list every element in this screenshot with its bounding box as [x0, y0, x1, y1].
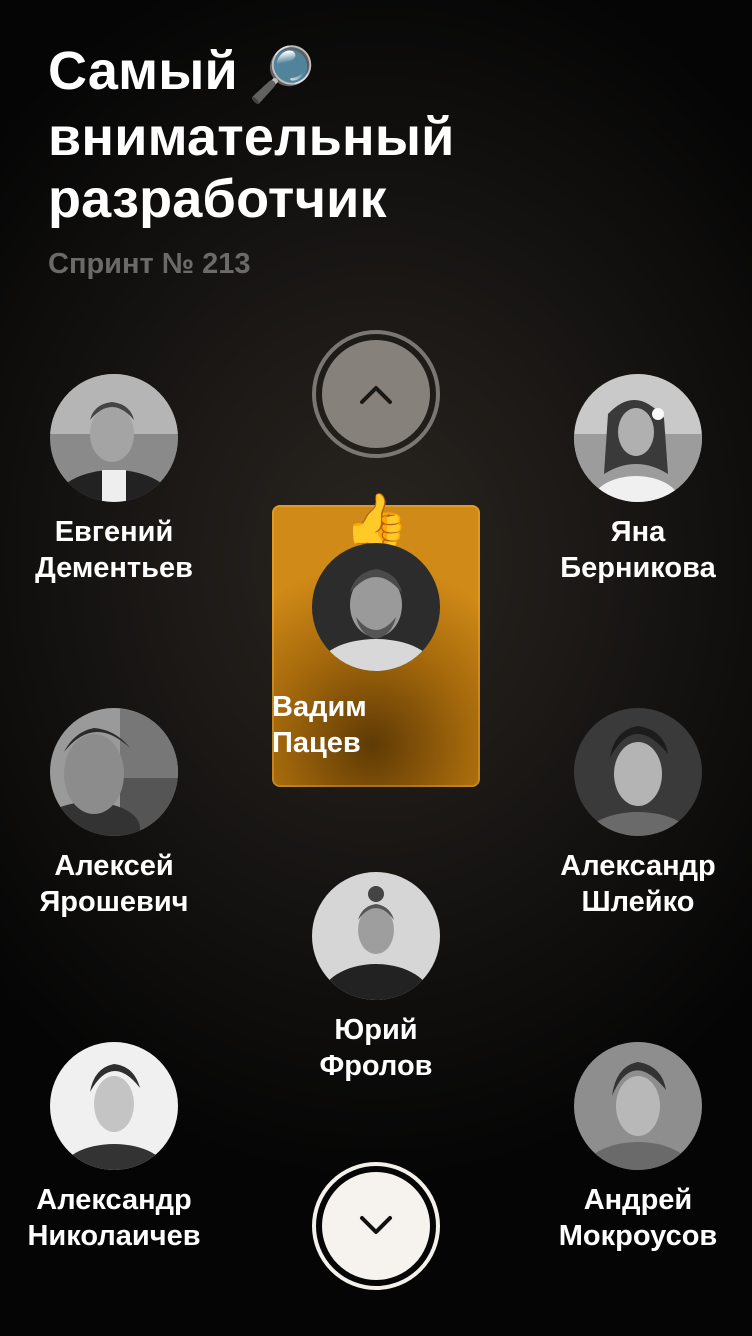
magnifier-emoji-icon: 🔎 — [247, 44, 316, 105]
person-name: Алексей Ярошевич — [39, 850, 189, 918]
person-name: Евгений Дементьев — [35, 516, 193, 584]
highlighted-person-card[interactable]: 👍 Вадим Пацев — [272, 492, 480, 787]
person-evgeniy[interactable]: Евгений Дементьев — [4, 374, 224, 586]
person-andrey[interactable]: Андрей Мокроусов — [528, 1042, 748, 1254]
person-name: Юрий Фролов — [319, 1014, 433, 1082]
title-line-2: внимательный — [48, 106, 455, 167]
sprint-subtitle: Спринт № 213 — [48, 248, 251, 280]
avatar — [50, 374, 178, 502]
person-yana[interactable]: Яна Берникова — [528, 374, 748, 586]
person-name: Яна Берникова — [560, 516, 716, 584]
person-name: Александр Шлейко — [560, 850, 716, 918]
avatar — [312, 543, 440, 671]
avatar — [312, 872, 440, 1000]
chevron-down-icon — [360, 1216, 392, 1234]
title-line-1: Самый 🔎 — [48, 41, 316, 105]
scroll-up-button[interactable] — [312, 330, 440, 458]
avatar — [50, 708, 178, 836]
avatar — [574, 1042, 702, 1170]
person-name: Вадим Пацев — [272, 691, 367, 759]
person-aleksey[interactable]: Алексей Ярошевич — [4, 708, 224, 920]
thumbs-up-emoji-icon: 👍 — [344, 492, 409, 550]
avatar — [50, 1042, 178, 1170]
page-title: Самый 🔎 внимательный разработчик — [48, 40, 708, 230]
person-aleksandr-shleyko[interactable]: Александр Шлейко — [528, 708, 748, 920]
scroll-down-button-face[interactable] — [322, 1172, 430, 1280]
avatar — [574, 708, 702, 836]
scroll-down-button[interactable] — [312, 1162, 440, 1290]
chevron-up-icon — [360, 386, 392, 404]
person-yuriy[interactable]: Юрий Фролов — [266, 872, 486, 1084]
person-aleksandr-nikolaichev[interactable]: Александр Николаичев — [4, 1042, 224, 1254]
person-name: Андрей Мокроусов — [558, 1184, 718, 1252]
title-line-3: разработчик — [48, 168, 387, 229]
scroll-up-button-face[interactable] — [322, 340, 430, 448]
avatar — [574, 374, 702, 502]
person-name: Александр Николаичев — [27, 1184, 201, 1252]
